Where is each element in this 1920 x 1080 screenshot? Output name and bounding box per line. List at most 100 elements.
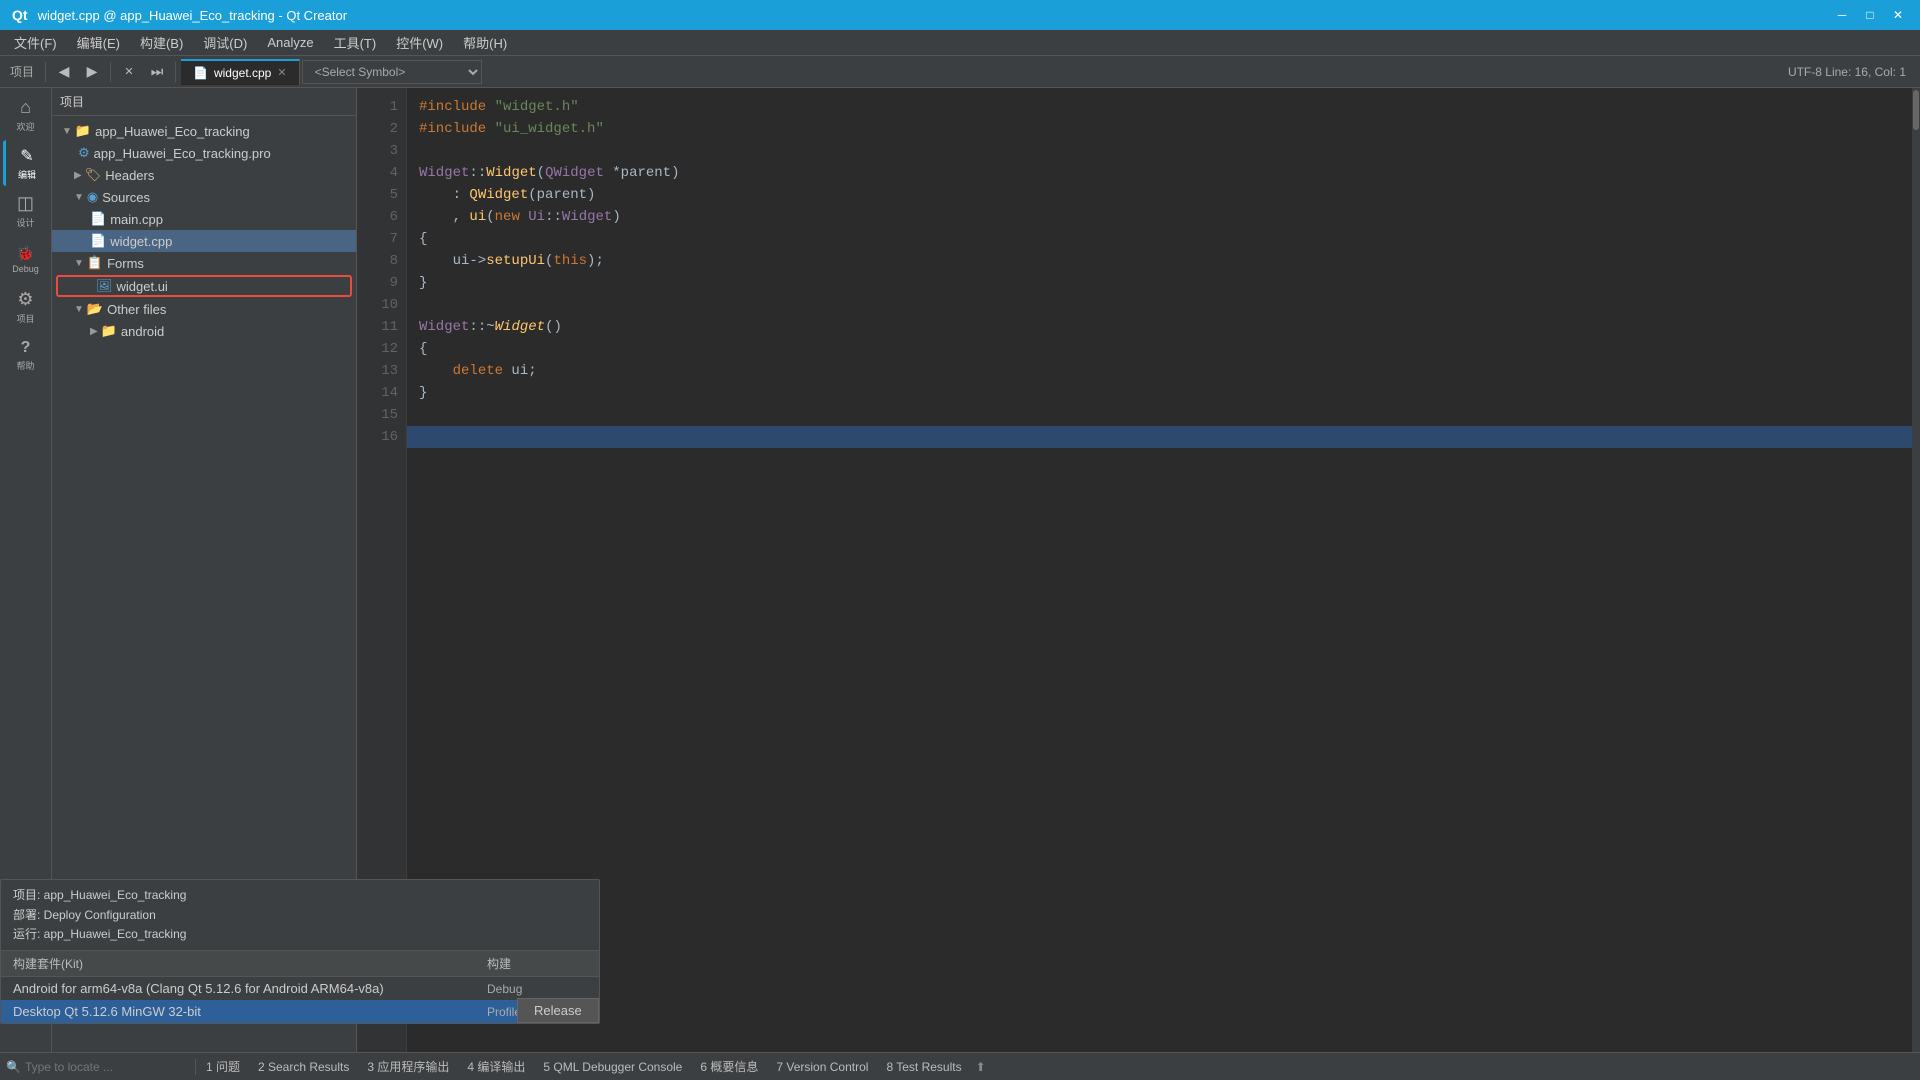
kit-col-header: 构建套件(Kit) [13, 955, 487, 972]
status-compile-output[interactable]: 4 编译输出 [459, 1056, 533, 1077]
widget-cpp-icon: 📄 [90, 233, 106, 249]
widget-ui-label: widget.ui [117, 279, 168, 294]
expand-arrow-headers: ▶ [74, 170, 82, 181]
file-icon: 📄 [193, 66, 208, 80]
build-kit-panel: 项目: app_Huawei_Eco_tracking 部署: Deploy C… [0, 879, 600, 1024]
sidebar-icon-debug[interactable]: 🐞 Debug [3, 236, 49, 282]
expand-arrow-root: ▼ [62, 126, 72, 137]
forms-label: Forms [107, 256, 144, 271]
menu-debug[interactable]: 调试(D) [193, 30, 257, 55]
toolbar-forward[interactable]: ▶ [79, 59, 105, 85]
widget-cpp-label: widget.cpp [110, 234, 172, 249]
toolbar-close-file[interactable]: ✕ [116, 59, 142, 85]
status-test-results[interactable]: 8 Test Results [878, 1058, 969, 1076]
panel-title: 项目 [60, 93, 84, 110]
menu-help[interactable]: 帮助(H) [453, 30, 517, 55]
release-option[interactable]: Release [518, 999, 598, 1022]
tree-item-main-cpp[interactable]: 📄 main.cpp [52, 208, 356, 230]
project-icon: ⚙ [17, 289, 33, 310]
line-num-10: 10 [361, 294, 398, 316]
line-num-4: 4 [361, 162, 398, 184]
titlebar: Qt widget.cpp @ app_Huawei_Eco_tracking … [0, 0, 1920, 30]
tree-item-widget-cpp[interactable]: 📄 widget.cpp [52, 230, 356, 252]
tree-item-forms[interactable]: ▼ 📋 Forms [52, 252, 356, 274]
menu-file[interactable]: 文件(F) [4, 30, 67, 55]
kit-table-header: 构建套件(Kit) 构建 [1, 950, 599, 977]
design-icon: ◫ [17, 193, 34, 214]
status-issues[interactable]: 1 问题 [198, 1056, 248, 1077]
sidebar-icon-project[interactable]: ⚙ 项目 [3, 284, 49, 330]
forms-icon: 📋 [87, 255, 103, 271]
sidebar-icon-help[interactable]: ? 帮助 [3, 332, 49, 378]
tree-item-android[interactable]: ▶ 📁 android [52, 320, 356, 342]
expand-arrow-other: ▼ [74, 304, 84, 315]
window-controls: ─ □ ✕ [1828, 4, 1912, 26]
separator2 [110, 62, 111, 82]
search-icon: 🔍 [6, 1060, 21, 1074]
file-tab-widget-cpp[interactable]: 📄 widget.cpp ✕ [181, 59, 300, 85]
run-info-value: app_Huawei_Eco_tracking [44, 927, 187, 941]
pro-file-icon: ⚙ [78, 145, 90, 161]
status-search-results[interactable]: 2 Search Results [250, 1058, 357, 1076]
symbol-selector[interactable]: <Select Symbol> [302, 60, 482, 84]
tree-item-headers[interactable]: ▶ 🏷 Headers [52, 164, 356, 186]
menu-build[interactable]: 构建(B) [130, 30, 193, 55]
edit-label: 编辑 [18, 168, 36, 181]
main-layout: ⌂ 欢迎 ✎ 编辑 ◫ 设计 🐞 Debug ⚙ 项目 ? 帮助 项目 [0, 88, 1920, 1052]
tree-item-widget-ui[interactable]: 🖼 widget.ui [56, 275, 352, 297]
edit-icon: ✎ [20, 146, 33, 166]
line-num-2: 2 [361, 118, 398, 140]
kit-row-android[interactable]: Android for arm64-v8a (Clang Qt 5.12.6 f… [1, 977, 599, 1000]
tree-item-project-root[interactable]: ▼ 📁 app_Huawei_Eco_tracking [52, 120, 356, 142]
menu-controls[interactable]: 控件(W) [386, 30, 453, 55]
status-expand-icon[interactable]: ⬆ [976, 1060, 986, 1074]
status-overview[interactable]: 6 概要信息 [692, 1056, 766, 1077]
status-version-control[interactable]: 7 Version Control [768, 1058, 876, 1076]
minimize-button[interactable]: ─ [1828, 4, 1856, 26]
project-info-label: 项目: [13, 888, 44, 902]
line-num-3: 3 [361, 140, 398, 162]
title-text: widget.cpp @ app_Huawei_Eco_tracking - Q… [38, 8, 1828, 23]
headers-icon: 🏷 [85, 167, 102, 183]
scrollbar-thumb [1913, 90, 1919, 130]
panel-header: 项目 [52, 88, 356, 116]
search-input[interactable] [25, 1060, 185, 1074]
sidebar-icon-edit[interactable]: ✎ 编辑 [3, 140, 49, 186]
line-num-12: 12 [361, 338, 398, 360]
status-qml-debugger[interactable]: 5 QML Debugger Console [535, 1058, 690, 1076]
menu-tools[interactable]: 工具(T) [324, 30, 387, 55]
pro-file-label: app_Huawei_Eco_tracking.pro [94, 146, 271, 161]
tree-item-sources[interactable]: ▼ ◉ Sources [52, 186, 356, 208]
help-label: 帮助 [16, 359, 34, 372]
debug-label: Debug [12, 264, 39, 274]
debug-icon: 🐞 [17, 245, 34, 262]
project-label-icon: 项目 [16, 312, 34, 325]
line-num-6: 6 [361, 206, 398, 228]
sidebar-icon-design[interactable]: ◫ 设计 [3, 188, 49, 234]
kit-row-desktop[interactable]: Desktop Qt 5.12.6 MinGW 32-bit Profile [1, 1000, 599, 1023]
sidebar-icon-welcome[interactable]: ⌂ 欢迎 [3, 92, 49, 138]
editor-scrollbar[interactable] [1912, 88, 1920, 1052]
menu-edit[interactable]: 编辑(E) [67, 30, 130, 55]
separator3 [175, 62, 176, 82]
design-label: 设计 [16, 216, 34, 229]
toolbar: 项目 ◀ ▶ ✕ ⏭ 📄 widget.cpp ✕ <Select Symbol… [0, 56, 1920, 88]
main-cpp-label: main.cpp [110, 212, 163, 227]
expand-arrow-forms: ▼ [74, 258, 84, 269]
line-num-7: 7 [361, 228, 398, 250]
file-tab-label: widget.cpp [214, 66, 271, 80]
status-app-output[interactable]: 3 应用程序输出 [359, 1056, 457, 1077]
code-content[interactable]: #include "widget.h" #include "ui_widget.… [407, 88, 1912, 1052]
maximize-button[interactable]: □ [1856, 4, 1884, 26]
project-info-value: app_Huawei_Eco_tracking [44, 888, 187, 902]
toolbar-back[interactable]: ◀ [51, 59, 77, 85]
tree-item-pro-file[interactable]: ⚙ app_Huawei_Eco_tracking.pro [52, 142, 356, 164]
tree-item-other-files[interactable]: ▼ 📂 Other files [52, 298, 356, 320]
close-button[interactable]: ✕ [1884, 4, 1912, 26]
sources-icon: ◉ [87, 189, 98, 205]
toolbar-next[interactable]: ⏭ [144, 59, 170, 85]
statusbar: 🔍 1 问题 2 Search Results 3 应用程序输出 4 编译输出 … [0, 1052, 1920, 1080]
menu-analyze[interactable]: Analyze [257, 30, 323, 55]
tab-close-icon[interactable]: ✕ [277, 66, 286, 79]
kit-android-name: Android for arm64-v8a (Clang Qt 5.12.6 f… [13, 981, 487, 996]
